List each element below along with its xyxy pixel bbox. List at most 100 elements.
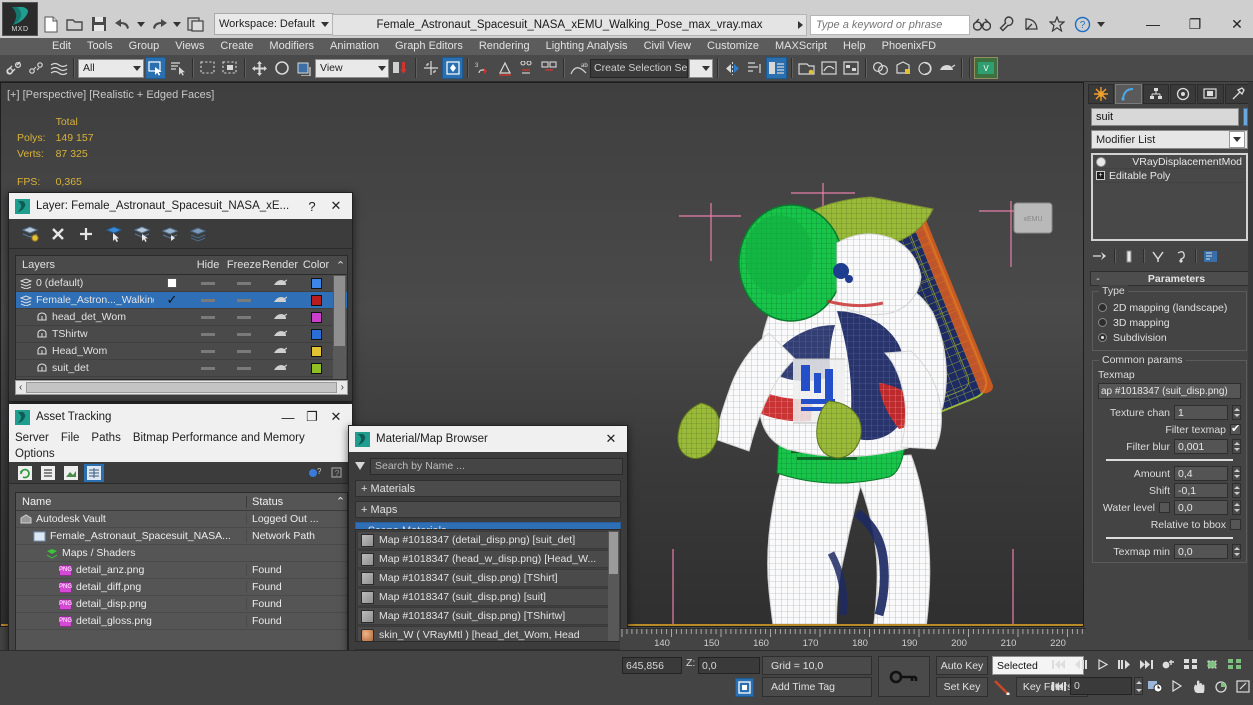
layer-hscrollbar[interactable]: ‹ ›: [15, 380, 348, 395]
refresh-icon[interactable]: [15, 464, 35, 482]
material-browser-close-button[interactable]: ✕: [599, 428, 623, 450]
layer-hide-toggle[interactable]: [190, 299, 226, 302]
radio-button[interactable]: [1098, 333, 1107, 342]
layer-color-swatch[interactable]: [298, 312, 334, 323]
param-value-field[interactable]: 1: [1174, 405, 1228, 420]
layer-dialog-close-button[interactable]: ✕: [324, 195, 348, 217]
asset-tracking-close-button[interactable]: ✕: [324, 406, 348, 428]
layer-hide-toggle[interactable]: [190, 350, 226, 353]
material-map-browser-dialog[interactable]: Material/Map Browser ✕ Search by Name ..…: [348, 425, 628, 683]
window-crossing-toggle-icon[interactable]: [219, 57, 240, 79]
help-icon[interactable]: ?: [1072, 14, 1092, 34]
select-and-scale-icon[interactable]: [293, 57, 314, 79]
play-preview-icon[interactable]: [1167, 677, 1187, 695]
menu-item-views[interactable]: Views: [167, 38, 212, 55]
layer-row[interactable]: Female_Astron..._Walking✓: [16, 292, 347, 309]
menu-item-modifiers[interactable]: Modifiers: [261, 38, 322, 55]
asset-row[interactable]: Female_Astronaut_Spacesuit_NASA...Networ…: [16, 528, 347, 545]
curve-editor-icon[interactable]: abc: [568, 57, 589, 79]
redo-dropdown[interactable]: [172, 13, 182, 35]
asset-row[interactable]: PNGdetail_diff.pngFound: [16, 579, 347, 596]
param-spinner[interactable]: [1232, 466, 1241, 481]
help-question2-icon[interactable]: ?: [327, 464, 347, 482]
layer-freeze-toggle[interactable]: [226, 282, 262, 285]
asset-row[interactable]: Maps / Shaders: [16, 545, 347, 562]
configure-modifier-sets-icon[interactable]: [1201, 248, 1219, 264]
layer-color-swatch[interactable]: [298, 346, 334, 357]
radio-button[interactable]: [1098, 303, 1107, 312]
asset-list[interactable]: Name Status ⌃ Autodesk VaultLogged Out .…: [15, 492, 348, 652]
param-spinner[interactable]: [1232, 500, 1241, 515]
type-option[interactable]: 3D mapping: [1098, 315, 1241, 330]
restore-button[interactable]: ❐: [1183, 12, 1207, 36]
menu-item-animation[interactable]: Animation: [322, 38, 387, 55]
create-new-layer-icon[interactable]: [17, 222, 43, 246]
param-spinner[interactable]: [1232, 483, 1241, 498]
browser-options-icon[interactable]: [353, 458, 367, 474]
project-folder-button[interactable]: [184, 13, 206, 35]
asset-menu-server[interactable]: Server: [15, 430, 49, 446]
vray-render-icon[interactable]: V: [974, 57, 998, 79]
absolute-relative-toggle-icon[interactable]: [735, 678, 754, 697]
asset-row[interactable]: PNGdetail_anz.pngFound: [16, 562, 347, 579]
key-mode-icon[interactable]: [1158, 655, 1178, 673]
modifier-stack[interactable]: VRayDisplacementMod+Editable Poly: [1091, 153, 1248, 241]
menu-item-create[interactable]: Create: [212, 38, 261, 55]
make-unique-icon[interactable]: [1149, 248, 1167, 264]
table-view-icon[interactable]: [84, 464, 104, 482]
asset-menu-paths[interactable]: Paths: [91, 430, 120, 446]
param-enable-checkbox[interactable]: [1159, 502, 1170, 513]
select-highlighted-layer-icon[interactable]: [157, 222, 183, 246]
param-spinner[interactable]: [1232, 439, 1241, 454]
render-setup-icon[interactable]: [892, 57, 913, 79]
help-dropdown[interactable]: [1097, 14, 1105, 34]
keyword-search-box[interactable]: [810, 15, 970, 35]
go-to-end-icon[interactable]: [1136, 655, 1156, 673]
add-time-tag-button[interactable]: Add Time Tag: [762, 677, 872, 697]
scroll-left-icon[interactable]: ‹: [16, 382, 25, 393]
remove-modifier-icon[interactable]: [1172, 248, 1190, 264]
binoculars-icon[interactable]: [972, 14, 992, 34]
layer-manager-icon[interactable]: [796, 57, 817, 79]
maximize-viewport-icon[interactable]: [1233, 677, 1253, 695]
select-object-icon[interactable]: [145, 57, 166, 79]
material-list-item[interactable]: Map #1018347 (suit_disp.png) [TShirtw]: [357, 607, 619, 625]
named-selection-set-field[interactable]: Create Selection Se: [590, 59, 688, 78]
previous-frame-icon[interactable]: [1070, 655, 1090, 673]
menu-item-civil-view[interactable]: Civil View: [636, 38, 699, 55]
asset-menu-file[interactable]: File: [61, 430, 80, 446]
orbit-icon[interactable]: [1211, 677, 1231, 695]
snaps-toggle-icon[interactable]: [420, 57, 441, 79]
select-link-icon[interactable]: [4, 57, 25, 79]
layer-current-checkbox[interactable]: [154, 278, 190, 288]
align-icon[interactable]: [494, 57, 515, 79]
asset-menu-options[interactable]: Options: [15, 446, 55, 462]
curve-editor2-icon[interactable]: [818, 57, 839, 79]
rectangular-selection-region-icon[interactable]: [197, 57, 218, 79]
render-production-icon[interactable]: [936, 57, 957, 79]
param-value-field[interactable]: 0,001: [1174, 439, 1228, 454]
rendered-frame-window-icon[interactable]: [914, 57, 935, 79]
menu-item-rendering[interactable]: Rendering: [471, 38, 538, 55]
wrench-icon[interactable]: [997, 14, 1017, 34]
z-coordinate-field[interactable]: 0,0: [698, 657, 760, 674]
motion-tab[interactable]: [1170, 84, 1196, 104]
app-logo[interactable]: MXD: [2, 2, 38, 36]
menu-item-graph-editors[interactable]: Graph Editors: [387, 38, 471, 55]
layer-explorer-icon[interactable]: [516, 57, 537, 79]
x-coordinate-field[interactable]: 645,856: [622, 657, 682, 674]
time-slider-track[interactable]: 140150160170180190200210220: [620, 628, 1086, 650]
save-file-button[interactable]: [88, 13, 110, 35]
texmap-button[interactable]: ap #1018347 (suit_disp.png): [1098, 383, 1241, 399]
display-tab[interactable]: [1197, 84, 1223, 104]
redo-button[interactable]: [148, 13, 170, 35]
material-rollout-maps[interactable]: + Maps: [355, 501, 621, 518]
layer-hide-toggle[interactable]: [190, 367, 226, 370]
layer-hide-toggle[interactable]: [190, 316, 226, 319]
schematic-view-icon[interactable]: [840, 57, 861, 79]
command-panel-scroll-strip[interactable]: [1248, 82, 1253, 640]
parameters-rollout-header[interactable]: - Parameters: [1090, 271, 1249, 286]
menu-item-tools[interactable]: Tools: [79, 38, 121, 55]
menu-item-group[interactable]: Group: [121, 38, 168, 55]
param-checkbox[interactable]: [1230, 424, 1241, 435]
